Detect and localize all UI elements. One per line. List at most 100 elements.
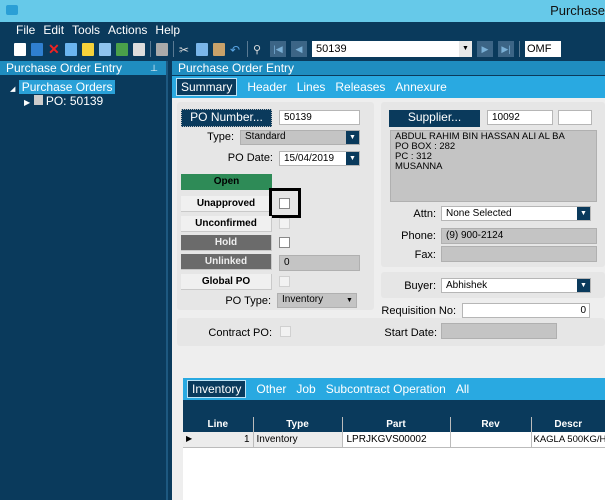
tab-releases[interactable]: Releases <box>335 80 385 94</box>
chevron-down-icon[interactable]: ▼ <box>459 41 472 57</box>
unlinked-field: 0 <box>279 255 360 271</box>
tab-annexure[interactable]: Annexure <box>395 80 446 94</box>
cut-icon[interactable]: ✂ <box>179 43 191 57</box>
po-date-input[interactable]: 15/04/2019 ▼ <box>279 151 360 166</box>
tab-subcontract-operation[interactable]: Subcontract Operation <box>326 382 446 396</box>
contract-po-checkbox[interactable] <box>280 326 291 337</box>
hold-checkbox[interactable] <box>279 237 290 248</box>
paste-icon[interactable] <box>213 42 225 56</box>
supplier-button[interactable]: Supplier... <box>389 110 480 127</box>
po-number-button[interactable]: PO Number... <box>181 109 272 127</box>
unlinked-button[interactable]: Unlinked <box>181 254 272 270</box>
tree-node-label: Purchase Orders <box>18 80 116 94</box>
po-number-input[interactable]: 50139 <box>279 110 360 125</box>
tree-node-purchase-orders[interactable]: ◢ Purchase Orders <box>10 80 116 94</box>
requisition-label: Requisition No: <box>381 305 456 317</box>
fax-field <box>441 246 597 262</box>
tab-job[interactable]: Job <box>296 382 315 396</box>
phone-label: Phone: <box>401 230 436 242</box>
status-open-badge: Open <box>181 174 272 190</box>
highlight-box <box>269 188 301 218</box>
company-field[interactable]: OMF <box>525 41 561 57</box>
tab-lines[interactable]: Lines <box>297 80 326 94</box>
tab-other[interactable]: Other <box>256 382 286 396</box>
delete-icon[interactable]: ✕ <box>48 42 60 56</box>
po-type-value: Inventory <box>282 294 324 305</box>
main-panel-header: Purchase Order Entry <box>172 61 605 75</box>
copy-icon[interactable] <box>196 42 208 56</box>
attach-icon[interactable] <box>99 42 111 56</box>
lines-grid: Line Type Part Rev Descr ▶ 1 Inventory LP… <box>183 400 605 500</box>
tree-node-label: PO: 50139 <box>45 94 104 108</box>
requisition-input[interactable]: 0 <box>462 303 590 318</box>
column-header-rev[interactable]: Rev <box>450 417 532 432</box>
tab-all[interactable]: All <box>456 382 469 396</box>
left-panel-header: Purchase Order Entry ⊥ <box>0 61 166 75</box>
cell-line: 1 <box>243 433 250 445</box>
title-bar: Purchase <box>0 0 605 22</box>
column-header-type[interactable]: Type <box>253 417 343 432</box>
grid-margin <box>172 378 183 500</box>
start-date-field <box>441 323 557 339</box>
global-po-checkbox[interactable] <box>279 276 290 287</box>
lines-tabs: Inventory Other Job Subcontract Operatio… <box>183 378 605 400</box>
menu-file[interactable]: File <box>16 23 35 37</box>
hold-button[interactable]: Hold <box>181 235 272 251</box>
menu-edit[interactable]: Edit <box>43 23 64 37</box>
first-record-button[interactable]: |◀ <box>270 41 286 57</box>
attn-value: None Selected <box>446 208 512 219</box>
column-header-part[interactable]: Part <box>342 417 451 432</box>
buyer-dropdown[interactable]: Abhishek ▼ <box>441 278 591 293</box>
type-label: Type: <box>207 131 234 143</box>
pin-icon[interactable]: ⊥ <box>150 61 158 75</box>
tab-summary[interactable]: Summary <box>176 78 238 96</box>
last-record-button[interactable]: ▶| <box>498 41 514 57</box>
address-line: MUSANNA <box>395 161 443 172</box>
po-type-label: PO Type: <box>225 295 271 307</box>
supplier-id-input[interactable]: 10092 <box>487 110 553 125</box>
chevron-down-icon: ▼ <box>577 207 590 220</box>
cell-rev <box>450 432 532 447</box>
supplier-extra-input[interactable] <box>558 110 592 125</box>
chevron-down-icon[interactable]: ▼ <box>346 152 359 165</box>
po-type-dropdown[interactable]: Inventory ▼ <box>277 293 357 308</box>
menu-bar: File Edit Tools Actions Help <box>0 22 605 38</box>
global-po-button[interactable]: Global PO <box>181 274 272 290</box>
tab-inventory[interactable]: Inventory <box>187 380 247 398</box>
unconfirmed-checkbox[interactable] <box>279 218 290 229</box>
undo-icon[interactable]: ↶ <box>230 43 242 57</box>
record-value: 50139 <box>316 43 347 55</box>
eraser-icon[interactable] <box>133 42 145 56</box>
cell-type: Inventory <box>253 432 343 447</box>
column-header-descr[interactable]: Descr <box>531 417 605 432</box>
binoculars-icon[interactable]: ⚲ <box>253 43 265 56</box>
supplier-address: ABDUL RAHIM BIN HASSAN ALI AL BA PO BOX … <box>390 130 597 202</box>
attn-dropdown[interactable]: None Selected ▼ <box>441 206 591 221</box>
menu-actions[interactable]: Actions <box>108 23 147 37</box>
next-record-button[interactable]: ▶ <box>477 41 493 57</box>
toolbar: ✕ ✂ ↶ ⚲ |◀ ◀ 50139 ▼ ▶ ▶| OMF <box>0 38 605 60</box>
previous-record-button[interactable]: ◀ <box>291 41 307 57</box>
tree-node-po[interactable]: ▶ PO: 50139 <box>10 94 115 108</box>
tab-header[interactable]: Header <box>247 80 286 94</box>
record-combo[interactable]: 50139 ▼ <box>312 41 472 57</box>
table-row[interactable]: ▶ 1 Inventory LPRJKGVS00002 KAGLA 500KG/H <box>183 432 605 447</box>
book-icon[interactable] <box>65 42 77 56</box>
row-selector-icon: ▶ <box>186 433 193 443</box>
window-title: Purchase <box>550 3 605 18</box>
menu-help[interactable]: Help <box>155 23 180 37</box>
type-dropdown[interactable]: Standard ▼ <box>240 130 360 145</box>
grid-group-header <box>183 400 605 417</box>
column-header-line[interactable]: Line <box>183 417 254 432</box>
print-icon[interactable] <box>156 42 168 56</box>
unconfirmed-button[interactable]: Unconfirmed <box>181 216 272 232</box>
contract-po-label: Contract PO: <box>208 327 272 339</box>
new-icon[interactable] <box>14 42 26 56</box>
po-date-label: PO Date: <box>227 152 273 164</box>
unapproved-button[interactable]: Unapproved <box>181 196 272 212</box>
refresh-icon[interactable] <box>116 42 128 56</box>
phone-field: (9) 900-2124 <box>441 228 597 244</box>
save-icon[interactable] <box>31 42 43 56</box>
menu-tools[interactable]: Tools <box>72 23 100 37</box>
note-icon[interactable] <box>82 42 94 56</box>
